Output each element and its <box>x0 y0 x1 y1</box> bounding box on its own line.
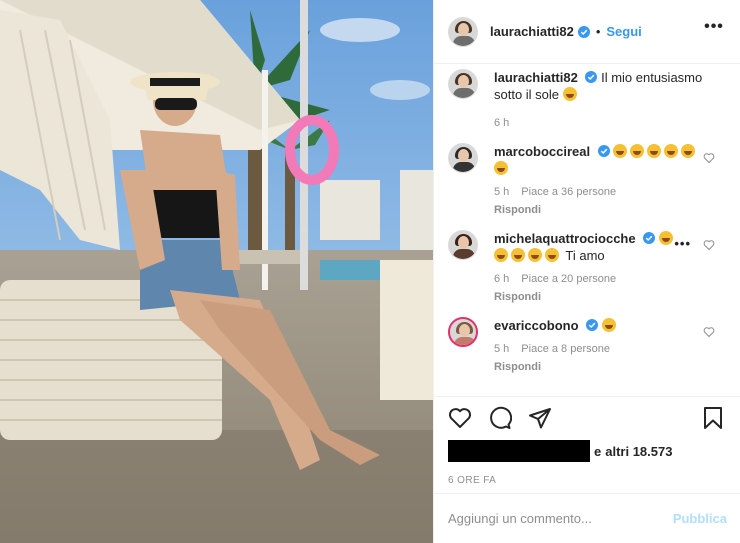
comment-time[interactable]: 5 h <box>494 186 509 198</box>
laughing-emoji-icon <box>613 144 628 158</box>
like-heart-icon[interactable] <box>448 406 472 430</box>
laughing-emoji-icon <box>658 231 673 245</box>
like-comment-heart-icon[interactable] <box>703 152 715 164</box>
comment-username[interactable]: marcoboccireal <box>494 144 590 159</box>
verified-badge-icon <box>643 232 656 244</box>
post-timestamp[interactable]: 6 ORE FA <box>448 475 727 486</box>
reply-button[interactable]: Rispondi <box>494 361 709 373</box>
laughing-emoji-icon <box>647 144 662 158</box>
likes-count-link[interactable]: altri 18.573 <box>605 444 672 459</box>
laughing-emoji-icon <box>681 144 696 158</box>
avatar[interactable] <box>448 69 478 99</box>
caption-text: laurachiatti82 Il mio entusiasmo sotto i… <box>494 69 709 103</box>
follow-button[interactable]: Segui <box>606 24 641 39</box>
save-bookmark-icon[interactable] <box>701 406 725 430</box>
comment-item: evariccobono 5 h Piace a 8 persone Rispo… <box>448 317 727 373</box>
comment-username[interactable]: michelaquattrociocche <box>494 231 636 246</box>
caption-username[interactable]: laurachiatti82 <box>494 70 578 85</box>
laughing-emoji-icon <box>528 248 542 262</box>
author-username[interactable]: laurachiatti82 <box>490 24 574 39</box>
post-header: laurachiatti82 • Segui ••• <box>434 0 740 64</box>
comment-username[interactable]: evariccobono <box>494 318 579 333</box>
avatar[interactable] <box>448 16 478 47</box>
comment-time[interactable]: 6 h <box>494 273 509 285</box>
comments-list[interactable]: laurachiatti82 Il mio entusiasmo sotto i… <box>434 65 740 395</box>
laughing-emoji-icon <box>511 248 525 262</box>
comment-item: michelaquattrociocche Ti amo 6 h Piace a… <box>448 230 727 303</box>
comment-input[interactable]: Aggiungi un commento... <box>448 511 673 526</box>
verified-badge-icon <box>585 71 598 83</box>
post-photo[interactable] <box>0 0 433 543</box>
redacted-likers <box>448 440 590 462</box>
comment-likes[interactable]: Piace a 36 persone <box>521 186 616 198</box>
laughing-emoji-icon <box>664 144 679 158</box>
likes-row: e altri 18.573 <box>448 439 727 463</box>
comment-time[interactable]: 5 h <box>494 343 509 355</box>
post-panel: laurachiatti82 • Segui ••• laurachiatti8… <box>433 0 740 543</box>
comment-options-icon[interactable]: ••• <box>674 236 691 251</box>
laughing-emoji-icon <box>562 87 577 101</box>
comment-item: marcoboccireal 5 h Piace a 36 persone Ri… <box>448 143 727 216</box>
laughing-emoji-icon <box>601 318 616 332</box>
avatar[interactable] <box>448 230 478 260</box>
avatar[interactable] <box>448 143 478 173</box>
action-bar <box>448 397 727 439</box>
beach-photo <box>0 0 433 543</box>
like-comment-heart-icon[interactable] <box>703 239 715 251</box>
verified-badge-icon <box>577 25 590 38</box>
comment-bubble-icon[interactable] <box>488 406 512 430</box>
more-options-icon[interactable]: ••• <box>702 19 726 42</box>
post-actions: e altri 18.573 6 ORE FA <box>434 396 740 486</box>
instagram-post: laurachiatti82 • Segui ••• laurachiatti8… <box>0 0 740 543</box>
add-comment-bar: Aggiungi un commento... Pubblica <box>434 493 740 543</box>
verified-badge-icon <box>597 145 610 157</box>
laughing-emoji-icon <box>545 248 559 262</box>
share-paper-plane-icon[interactable] <box>528 406 552 430</box>
comment-likes[interactable]: Piace a 20 persone <box>521 273 616 285</box>
comment-text: marcoboccireal <box>494 143 709 177</box>
publish-button[interactable]: Pubblica <box>673 511 727 526</box>
verified-badge-icon <box>586 319 599 331</box>
reply-button[interactable]: Rispondi <box>494 204 709 216</box>
separator-dot: • <box>595 24 601 39</box>
caption: laurachiatti82 Il mio entusiasmo sotto i… <box>448 69 727 129</box>
laughing-emoji-icon <box>494 248 508 262</box>
reply-button[interactable]: Rispondi <box>494 291 709 303</box>
comment-likes[interactable]: Piace a 8 persone <box>521 343 610 355</box>
comment-body: Ti amo <box>565 248 605 263</box>
like-comment-heart-icon[interactable] <box>703 326 715 338</box>
laughing-emoji-icon <box>494 161 508 175</box>
comment-text: evariccobono <box>494 317 709 334</box>
laughing-emoji-icon <box>630 144 645 158</box>
caption-time[interactable]: 6 h <box>494 117 509 129</box>
avatar[interactable] <box>448 317 478 347</box>
likes-prefix: e <box>594 443 602 459</box>
